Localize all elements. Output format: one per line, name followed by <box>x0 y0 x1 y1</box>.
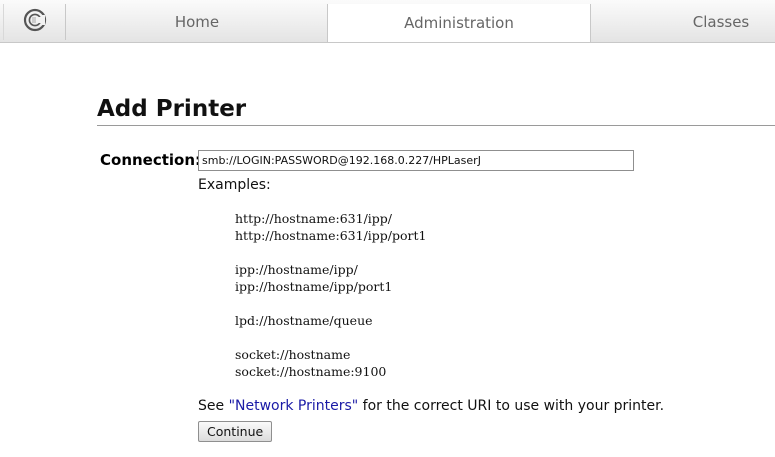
help-text-suffix: for the correct URI to use with your pri… <box>358 398 665 414</box>
help-text-prefix: See <box>198 398 229 414</box>
tab-classes[interactable]: Classes <box>591 4 775 40</box>
help-text: See "Network Printers" for the correct U… <box>198 398 664 414</box>
tab-administration[interactable]: Administration <box>327 4 591 42</box>
example-line: ipp://hostname/ipp/ <box>235 262 358 277</box>
example-line: http://hostname:631/ipp/ <box>235 211 392 226</box>
cups-logo-icon <box>23 8 47 36</box>
title-divider <box>97 125 775 126</box>
example-line: socket://hostname:9100 <box>235 364 387 379</box>
example-line: ipp://hostname/ipp/port1 <box>235 279 393 294</box>
continue-button[interactable]: Continue <box>198 421 273 442</box>
example-line: http://hostname:631/ipp/port1 <box>235 228 427 243</box>
uri-examples: http://hostname:631/ipp/http://hostname:… <box>235 210 426 380</box>
connection-uri-input[interactable] <box>198 150 634 171</box>
page-title: Add Printer <box>97 96 247 122</box>
example-line: lpd://hostname/queue <box>235 313 373 328</box>
logo-link[interactable] <box>3 4 66 40</box>
example-line <box>235 295 426 312</box>
tab-home-label: Home <box>174 13 220 31</box>
top-navigation-bar: Home Administration Classes <box>0 0 775 43</box>
example-line <box>235 244 426 261</box>
tab-classes-label: Classes <box>692 13 750 31</box>
tab-administration-label: Administration <box>404 14 514 32</box>
network-printers-link[interactable]: "Network Printers" <box>229 398 359 414</box>
example-line: socket://hostname <box>235 347 351 362</box>
tab-home[interactable]: Home <box>67 4 327 40</box>
examples-label: Examples: <box>198 177 271 193</box>
example-line <box>235 329 426 346</box>
connection-label: Connection: <box>100 151 202 169</box>
